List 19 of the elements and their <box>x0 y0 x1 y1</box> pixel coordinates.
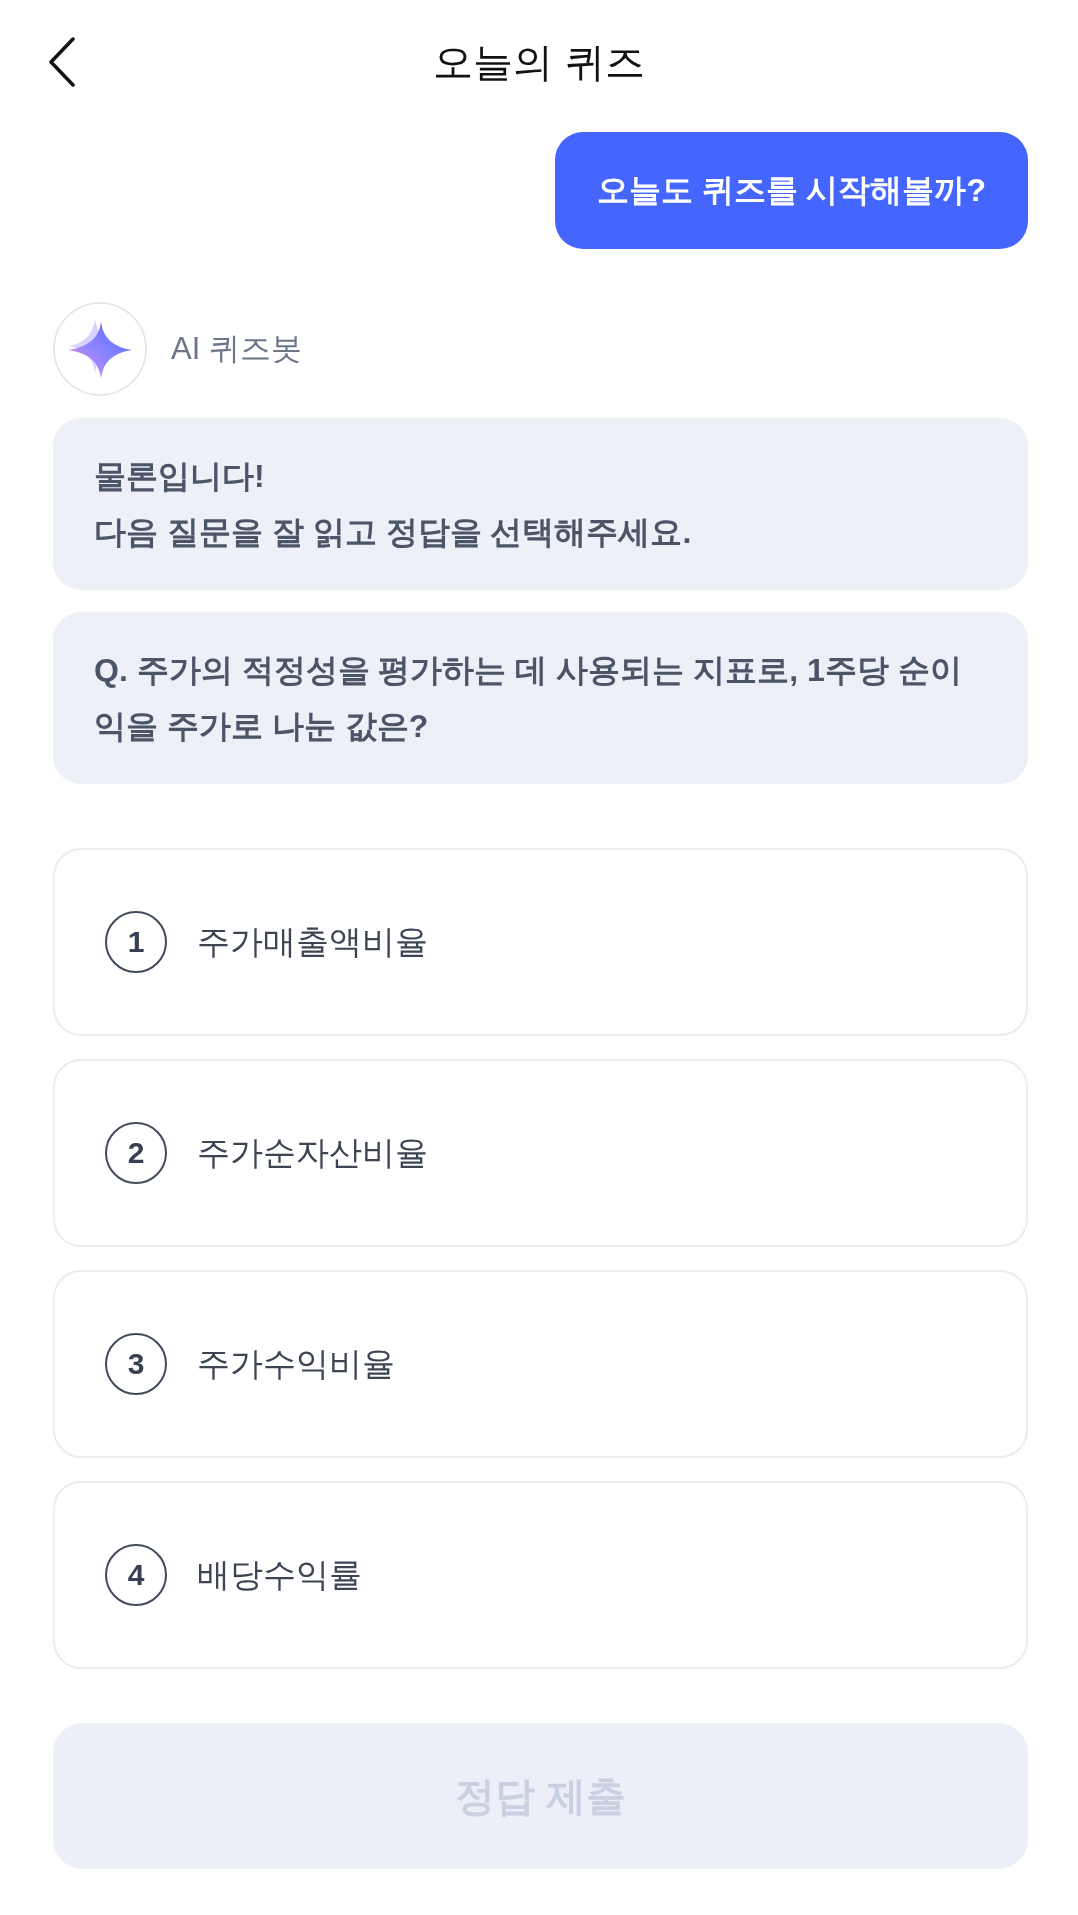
chevron-left-icon[interactable] <box>48 37 76 87</box>
option-label: 주가매출액비율 <box>197 922 428 962</box>
option-number: 3 <box>105 1333 167 1395</box>
answer-option[interactable]: 4 배당수익률 <box>53 1481 1028 1669</box>
page-title: 오늘의 퀴즈 <box>433 39 645 86</box>
option-number: 1 <box>105 911 167 973</box>
answer-option[interactable]: 1 주가매출액비율 <box>53 848 1028 1036</box>
option-label: 배당수익률 <box>197 1555 362 1595</box>
option-number: 4 <box>105 1544 167 1606</box>
answer-option[interactable]: 2 주가순자산비율 <box>53 1059 1028 1247</box>
bot-name: AI 퀴즈봇 <box>171 330 302 368</box>
bot-message: 물론입니다! 다음 질문을 잘 읽고 정답을 선택해주세요. <box>53 418 1028 590</box>
sparkle-avatar-icon <box>53 302 147 396</box>
option-number: 2 <box>105 1122 167 1184</box>
option-label: 주가순자산비율 <box>197 1133 428 1173</box>
user-message: 오늘도 퀴즈를 시작해볼까? <box>554 132 1028 249</box>
option-label: 주가수익비율 <box>197 1344 395 1384</box>
bot-message: Q. 주가의 적정성을 평가하는 데 사용되는 지표로, 1주당 순이익을 주가로 나눈 값은? <box>53 612 1028 784</box>
answer-option[interactable]: 3 주가수익비율 <box>53 1270 1028 1458</box>
